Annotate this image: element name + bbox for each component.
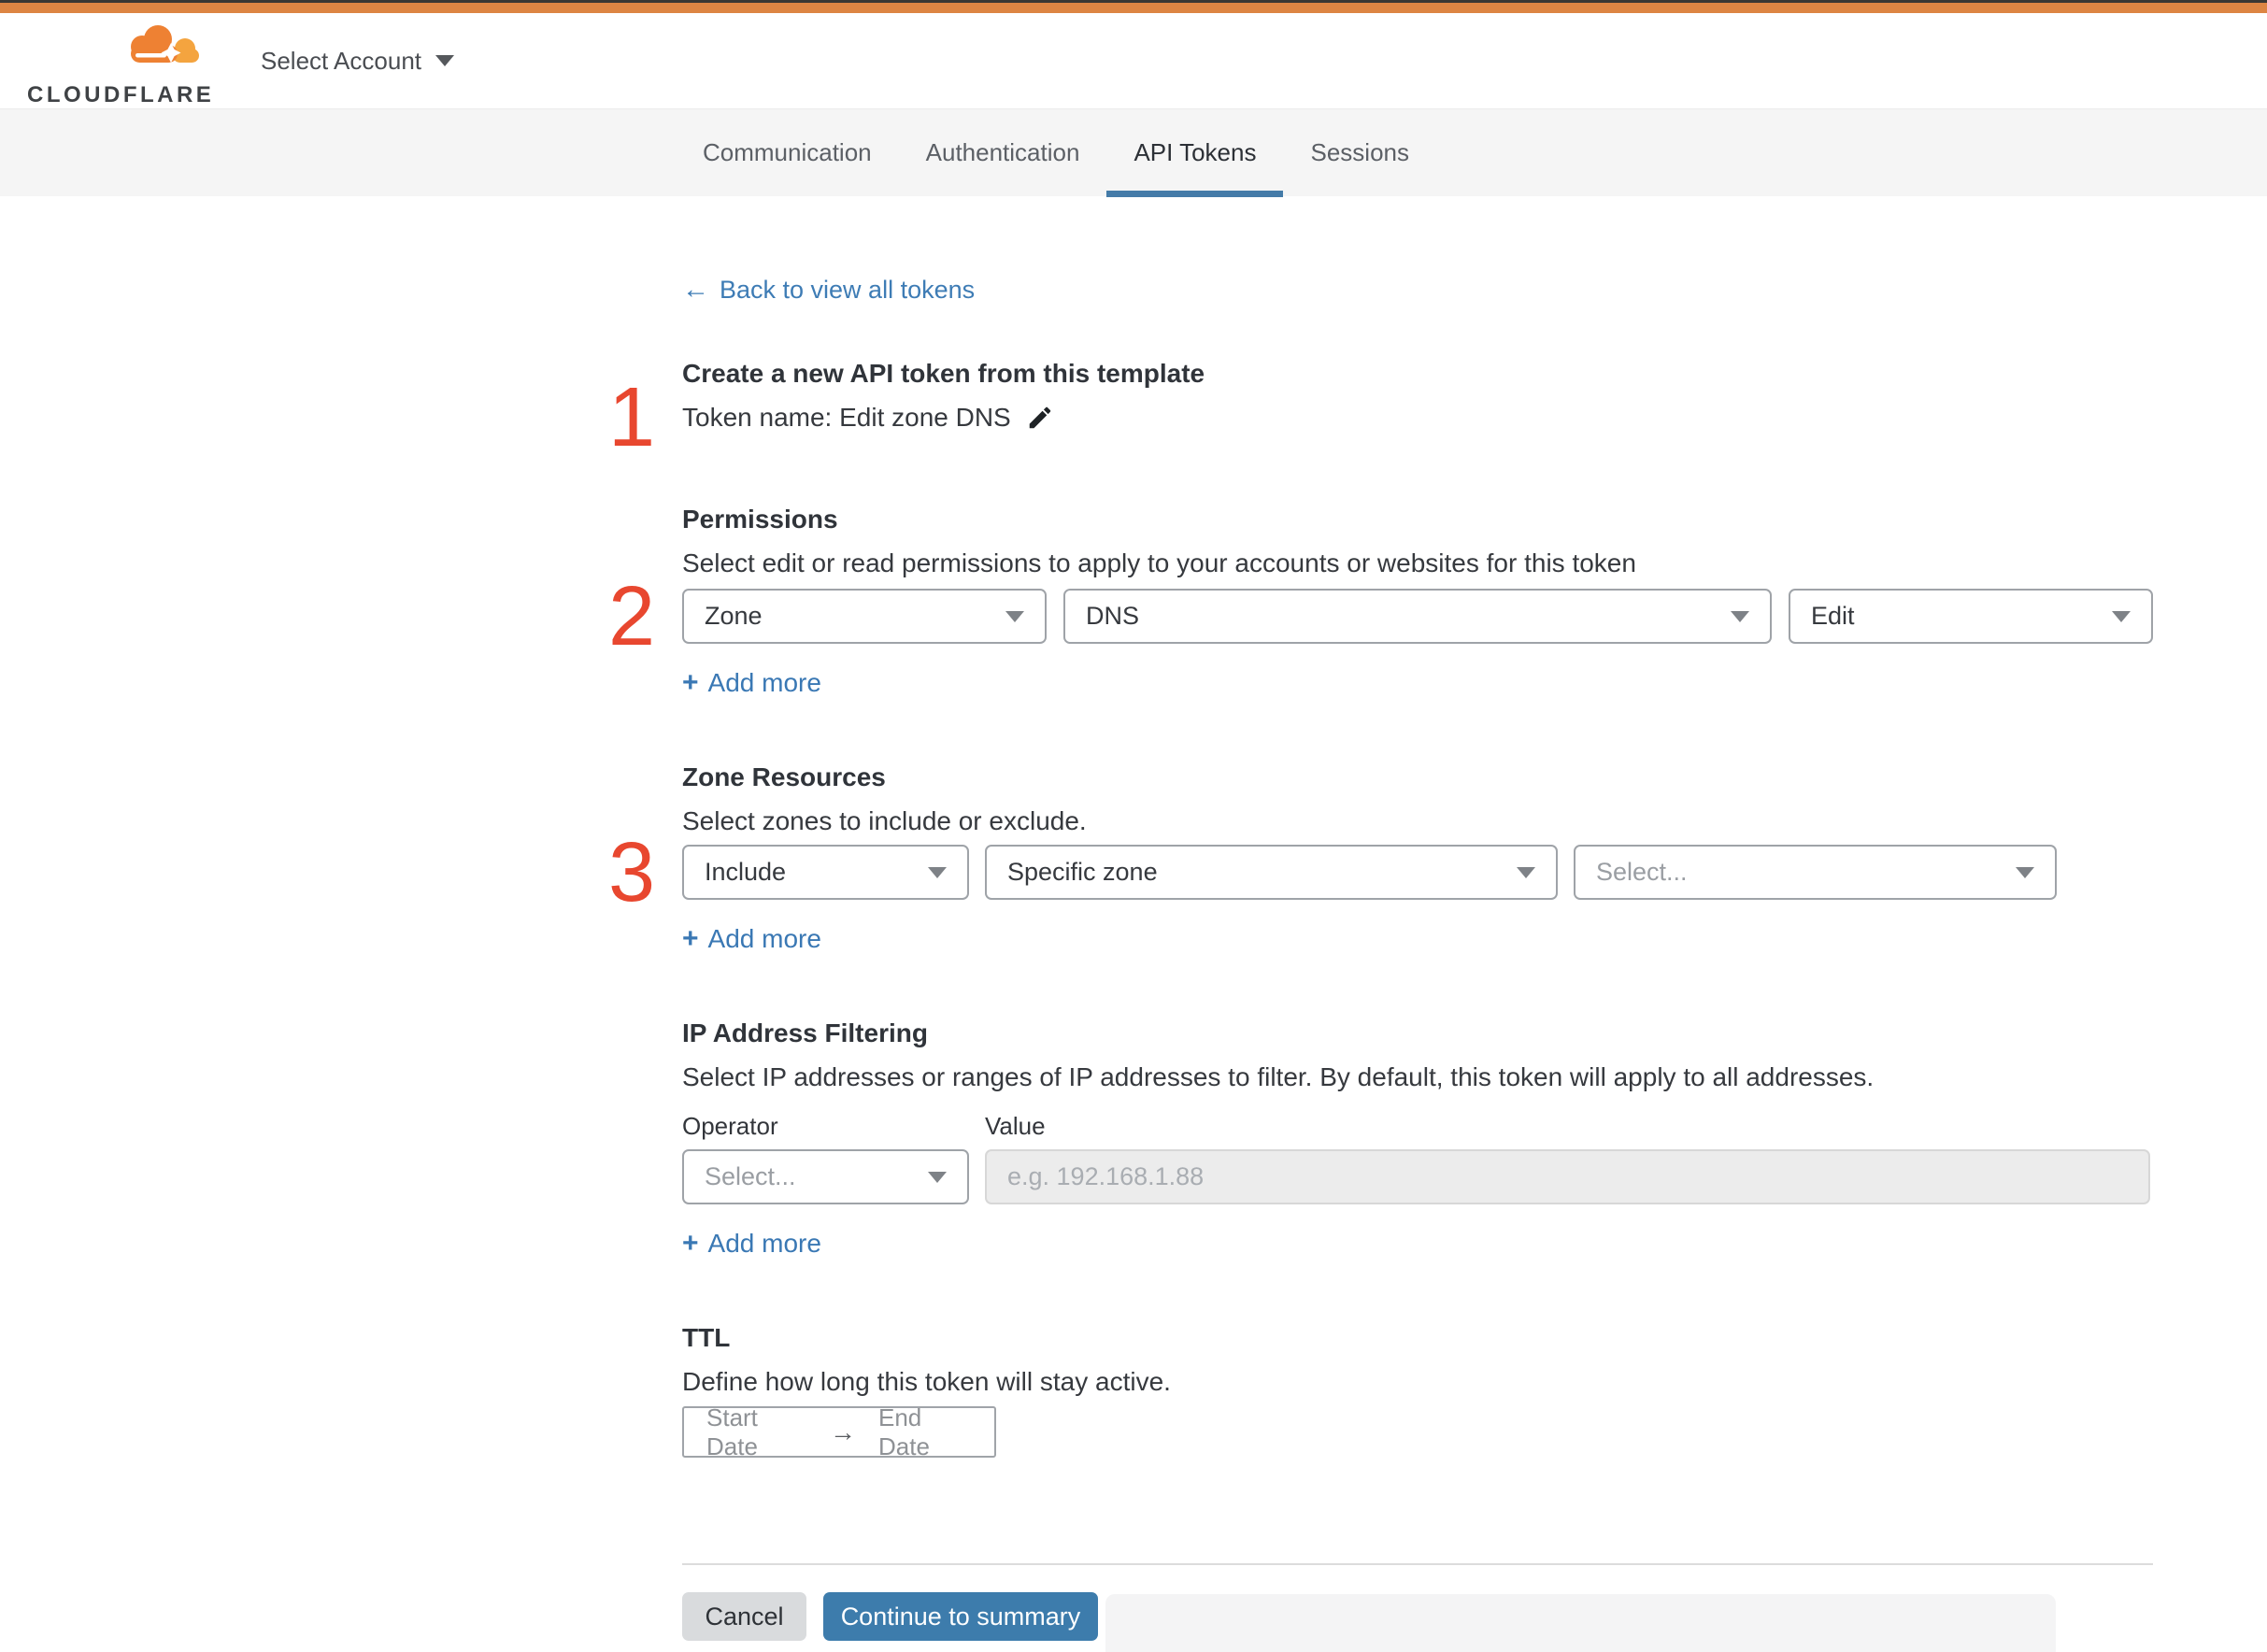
brand-accent-bar [0, 3, 2267, 13]
token-name-row: 1 Token name: Edit zone DNS [608, 376, 1054, 460]
caret-down-icon [928, 866, 947, 878]
step-marker-3: 3 [608, 825, 656, 919]
plus-icon: + [682, 667, 699, 698]
ip-operator-placeholder: Select... [705, 1162, 796, 1190]
ttl-heading: TTL [682, 1323, 731, 1352]
permission-scope-select[interactable]: Zone [682, 589, 1047, 644]
permissions-section: Permissions Select edit or read permissi… [608, 503, 2153, 699]
add-more-label: Add more [707, 668, 821, 697]
ip-value-input[interactable] [985, 1149, 2150, 1204]
permission-access-value: Edit [1811, 602, 1855, 630]
ip-filtering-heading: IP Address Filtering [682, 1018, 928, 1047]
ttl-section: TTL Define how long this token will stay… [682, 1321, 2153, 1460]
tab-label: Communication [703, 138, 872, 166]
add-more-label: Add more [707, 1229, 821, 1258]
caret-down-icon [1517, 866, 1535, 878]
main-content: ← Back to view all tokens Create a new A… [608, 196, 2153, 1641]
zone-resources-row: 3 Include Specific zone Select... [608, 831, 2153, 915]
cloudflare-logo[interactable]: CLOUDFLARE [27, 23, 242, 107]
tab-communication[interactable]: Communication [703, 109, 872, 197]
back-to-tokens-link[interactable]: ← Back to view all tokens [682, 275, 975, 306]
caret-down-icon [2112, 610, 2131, 622]
app-header: CLOUDFLARE Select Account [0, 13, 2267, 108]
arrow-right-icon: → [830, 1417, 856, 1446]
ip-filtering-labels-row: Operator Value [682, 1111, 2153, 1141]
ip-filtering-add-more-link[interactable]: + Add more [682, 1228, 821, 1260]
ip-filtering-section: IP Address Filtering Select IP addresses… [682, 1017, 2153, 1260]
zone-picker-placeholder: Select... [1596, 858, 1688, 886]
permission-service-value: DNS [1086, 602, 1140, 630]
cloudflare-wordmark: CLOUDFLARE [27, 82, 215, 107]
plus-icon: + [682, 1228, 699, 1259]
permission-scope-value: Zone [705, 602, 763, 630]
tab-api-tokens[interactable]: API Tokens [1106, 109, 1284, 197]
permission-service-select[interactable]: DNS [1063, 589, 1772, 644]
caret-down-icon [1005, 610, 1024, 622]
tab-label: Authentication [925, 138, 1080, 166]
permissions-heading: Permissions [682, 505, 838, 534]
end-date-placeholder: End Date [878, 1403, 930, 1460]
account-selector-label: Select Account [261, 46, 421, 75]
zone-resources-description: Select zones to include or exclude. [682, 806, 1087, 835]
tab-authentication[interactable]: Authentication [926, 109, 1080, 197]
ttl-description: Define how long this token will stay act… [682, 1367, 1171, 1396]
zone-type-value: Specific zone [1007, 858, 1158, 886]
footer-divider [682, 1563, 2153, 1565]
account-selector[interactable]: Select Account [261, 13, 454, 108]
tab-bar: Communication Authentication API Tokens … [0, 108, 2267, 197]
zone-resources-section: Zone Resources Select zones to include o… [608, 761, 2153, 955]
zone-type-select[interactable]: Specific zone [985, 845, 1558, 900]
ip-filtering-description: Select IP addresses or ranges of IP addr… [682, 1062, 1875, 1091]
cloudflare-cloud-icon [131, 25, 199, 63]
token-name-text: Token name: Edit zone DNS [682, 403, 1011, 432]
zone-picker-select[interactable]: Select... [1574, 845, 2057, 900]
cancel-button[interactable]: Cancel [682, 1592, 806, 1641]
page-title: Create a new API token from this templat… [682, 359, 1205, 388]
back-arrow-icon: ← [682, 275, 709, 305]
zone-mode-select[interactable]: Include [682, 845, 969, 900]
start-date-placeholder: Start Date [706, 1403, 758, 1460]
back-link-label: Back to view all tokens [720, 276, 976, 304]
ip-operator-select[interactable]: Select... [682, 1149, 969, 1204]
permissions-description: Select edit or read permissions to apply… [682, 548, 1636, 577]
chevron-down-icon [435, 55, 454, 66]
ip-filtering-row: Select... [682, 1149, 2153, 1204]
footer-ghost-panel [1105, 1594, 2056, 1652]
permissions-add-more-link[interactable]: + Add more [682, 667, 821, 699]
edit-token-name-icon[interactable] [1026, 404, 1054, 432]
operator-label: Operator [682, 1112, 778, 1140]
step-marker-1: 1 [608, 371, 656, 464]
zone-mode-value: Include [705, 858, 787, 886]
tab-label: Sessions [1310, 138, 1409, 166]
caret-down-icon [1731, 610, 1749, 622]
plus-icon: + [682, 923, 699, 954]
zone-resources-add-more-link[interactable]: + Add more [682, 923, 821, 955]
step-marker-2: 2 [608, 569, 656, 663]
ttl-date-range-picker[interactable]: Start Date → End Date [682, 1403, 996, 1460]
permission-access-select[interactable]: Edit [1789, 589, 2153, 644]
permissions-row: 2 Zone DNS Edit [608, 575, 2153, 659]
value-label: Value [985, 1112, 1046, 1140]
add-more-label: Add more [707, 924, 821, 953]
continue-to-summary-button[interactable]: Continue to summary [823, 1592, 1098, 1641]
caret-down-icon [928, 1171, 947, 1183]
tab-label: API Tokens [1134, 138, 1257, 166]
zone-resources-heading: Zone Resources [682, 762, 886, 791]
tab-sessions[interactable]: Sessions [1310, 109, 1409, 197]
caret-down-icon [2016, 866, 2034, 878]
